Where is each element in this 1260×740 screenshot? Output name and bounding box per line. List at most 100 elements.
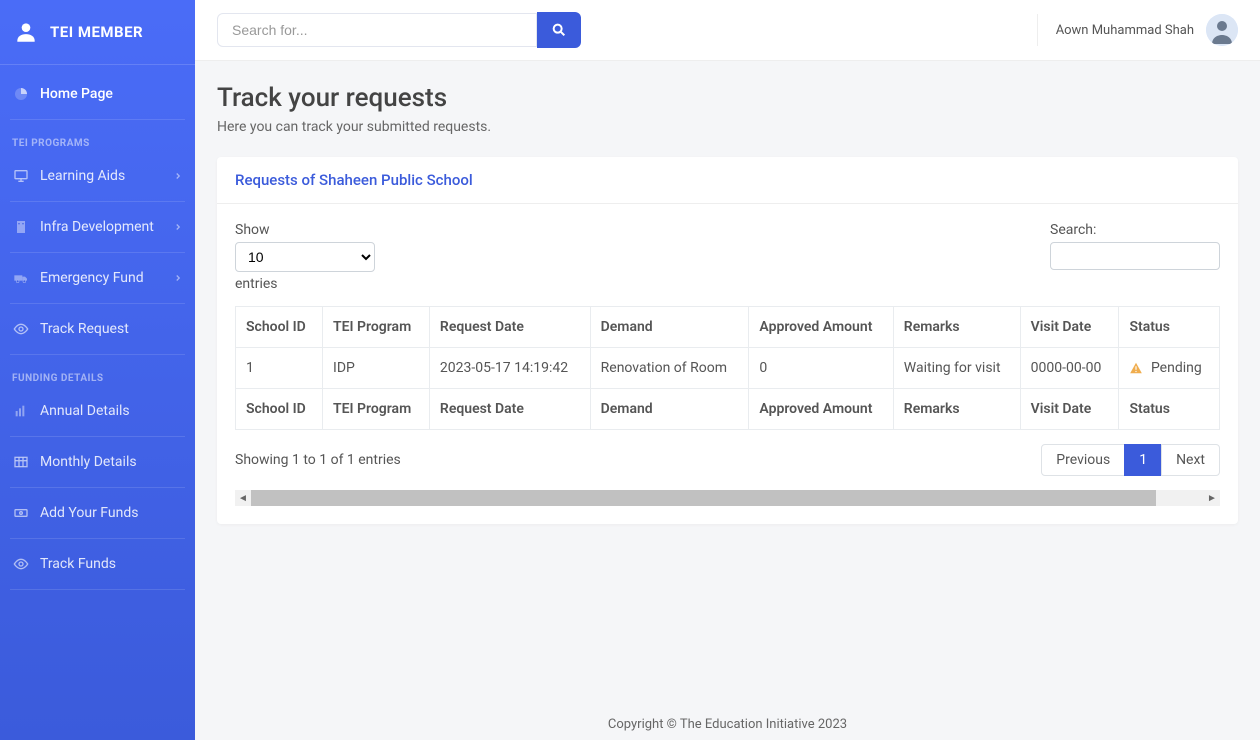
building-icon: [12, 218, 30, 236]
chart-icon: [12, 402, 30, 420]
col-approved[interactable]: Approved Amount: [749, 307, 893, 348]
table-controls: Show 10 entries Search:: [235, 222, 1220, 292]
status-label: Pending: [1151, 360, 1202, 376]
table-search-input[interactable]: [1050, 242, 1220, 270]
scroll-right-icon[interactable]: ►: [1204, 493, 1220, 504]
search-icon: [551, 22, 567, 38]
chevron-right-icon: [173, 171, 183, 181]
table-footer: Showing 1 to 1 of 1 entries Previous 1 N…: [235, 444, 1220, 476]
col-status[interactable]: Status: [1119, 307, 1220, 348]
scroll-thumb[interactable]: [251, 490, 1156, 506]
sidebar-item-label: Monthly Details: [40, 454, 137, 470]
footer: Copyright © The Education Initiative 202…: [195, 699, 1260, 740]
sidebar-item-label: Emergency Fund: [40, 270, 144, 286]
page-subtitle: Here you can track your submitted reques…: [217, 119, 1238, 135]
cell-visit-date: 0000-00-00: [1020, 348, 1119, 389]
foot-visit-date: Visit Date: [1020, 389, 1119, 430]
search-button[interactable]: [537, 12, 581, 48]
requests-card: Requests of Shaheen Public School Show 1…: [217, 157, 1238, 524]
col-program[interactable]: TEI Program: [323, 307, 430, 348]
sidebar-item-label: Home Page: [40, 86, 113, 102]
col-school-id[interactable]: School ID: [236, 307, 323, 348]
sidebar-item-track-request[interactable]: Track Request: [0, 308, 195, 350]
sidebar-item-label: Infra Development: [40, 219, 154, 235]
cell-demand: Renovation of Room: [590, 348, 749, 389]
sidebar-item-add-funds[interactable]: Add Your Funds: [0, 492, 195, 534]
table-icon: [12, 453, 30, 471]
sidebar-item-track-funds[interactable]: Track Funds: [0, 543, 195, 585]
sidebar: TEI MEMBER Home Page TEI PROGRAMS Learni…: [0, 0, 195, 740]
sidebar-item-emergency-fund[interactable]: Emergency Fund: [0, 257, 195, 299]
col-request-date[interactable]: Request Date: [429, 307, 590, 348]
sidebar-item-label: Add Your Funds: [40, 505, 138, 521]
search-input[interactable]: [217, 13, 537, 47]
sidebar-item-label: Track Funds: [40, 556, 116, 572]
cell-remarks: Waiting for visit: [893, 348, 1020, 389]
scroll-track[interactable]: [251, 490, 1204, 506]
foot-program: TEI Program: [323, 389, 430, 430]
table-head: School ID TEI Program Request Date Deman…: [236, 307, 1220, 348]
cell-program: IDP: [323, 348, 430, 389]
user-icon: [12, 18, 40, 46]
chevron-right-icon: [173, 273, 183, 283]
sidebar-item-label: Annual Details: [40, 403, 130, 419]
money-icon: [12, 504, 30, 522]
search-wrap: [217, 12, 581, 48]
foot-remarks: Remarks: [893, 389, 1020, 430]
foot-demand: Demand: [590, 389, 749, 430]
sidebar-header: TEI MEMBER: [0, 0, 195, 65]
sidebar-section-programs: TEI PROGRAMS: [0, 124, 195, 155]
chevron-right-icon: [173, 222, 183, 232]
sidebar-item-infra-dev[interactable]: Infra Development: [0, 206, 195, 248]
sidebar-item-label: Learning Aids: [40, 168, 125, 184]
cell-school-id: 1: [236, 348, 323, 389]
entries-label: entries: [235, 276, 278, 292]
brand-label: TEI MEMBER: [50, 23, 143, 41]
page-next[interactable]: Next: [1161, 444, 1220, 476]
table-info: Showing 1 to 1 of 1 entries: [235, 452, 401, 468]
sidebar-item-monthly[interactable]: Monthly Details: [0, 441, 195, 483]
page-1[interactable]: 1: [1124, 444, 1162, 476]
search-label: Search:: [1050, 222, 1096, 238]
avatar: [1206, 14, 1238, 46]
sidebar-nav: Home Page TEI PROGRAMS Learning Aids: [0, 65, 195, 602]
scroll-left-icon[interactable]: ◄: [235, 493, 251, 504]
sidebar-item-label: Track Request: [40, 321, 129, 337]
filter-control: Search:: [1050, 222, 1220, 270]
user-menu[interactable]: Aown Muhammad Shah: [1037, 14, 1238, 46]
sidebar-section-funding: FUNDING DETAILS: [0, 359, 195, 390]
warning-icon: [1129, 360, 1146, 376]
user-name-label: Aown Muhammad Shah: [1056, 23, 1194, 38]
length-select[interactable]: 10: [235, 242, 375, 272]
monitor-icon: [12, 167, 30, 185]
table-row: 1 IDP 2023-05-17 14:19:42 Renovation of …: [236, 348, 1220, 389]
topbar: Aown Muhammad Shah: [195, 0, 1260, 61]
cell-request-date: 2023-05-17 14:19:42: [429, 348, 590, 389]
foot-approved: Approved Amount: [749, 389, 893, 430]
col-remarks[interactable]: Remarks: [893, 307, 1020, 348]
col-demand[interactable]: Demand: [590, 307, 749, 348]
foot-status: Status: [1119, 389, 1220, 430]
card-header: Requests of Shaheen Public School: [217, 157, 1238, 204]
page-title: Track your requests: [217, 83, 1238, 113]
length-control: Show 10 entries: [235, 222, 375, 292]
requests-table: School ID TEI Program Request Date Deman…: [235, 306, 1220, 430]
sidebar-item-home[interactable]: Home Page: [0, 73, 195, 115]
sidebar-item-annual[interactable]: Annual Details: [0, 390, 195, 432]
table-foot: School ID TEI Program Request Date Deman…: [236, 389, 1220, 430]
dashboard-icon: [12, 85, 30, 103]
pagination: Previous 1 Next: [1042, 444, 1220, 476]
horizontal-scrollbar[interactable]: ◄ ►: [235, 490, 1220, 506]
truck-icon: [12, 269, 30, 287]
main: Aown Muhammad Shah Track your requests H…: [195, 0, 1260, 740]
eye-icon: [12, 555, 30, 573]
foot-school-id: School ID: [236, 389, 323, 430]
sidebar-item-learning-aids[interactable]: Learning Aids: [0, 155, 195, 197]
cell-status: Pending: [1119, 348, 1220, 389]
foot-request-date: Request Date: [429, 389, 590, 430]
card-body: Show 10 entries Search:: [217, 204, 1238, 524]
eye-icon: [12, 320, 30, 338]
page-prev[interactable]: Previous: [1041, 444, 1125, 476]
col-visit-date[interactable]: Visit Date: [1020, 307, 1119, 348]
cell-approved: 0: [749, 348, 893, 389]
